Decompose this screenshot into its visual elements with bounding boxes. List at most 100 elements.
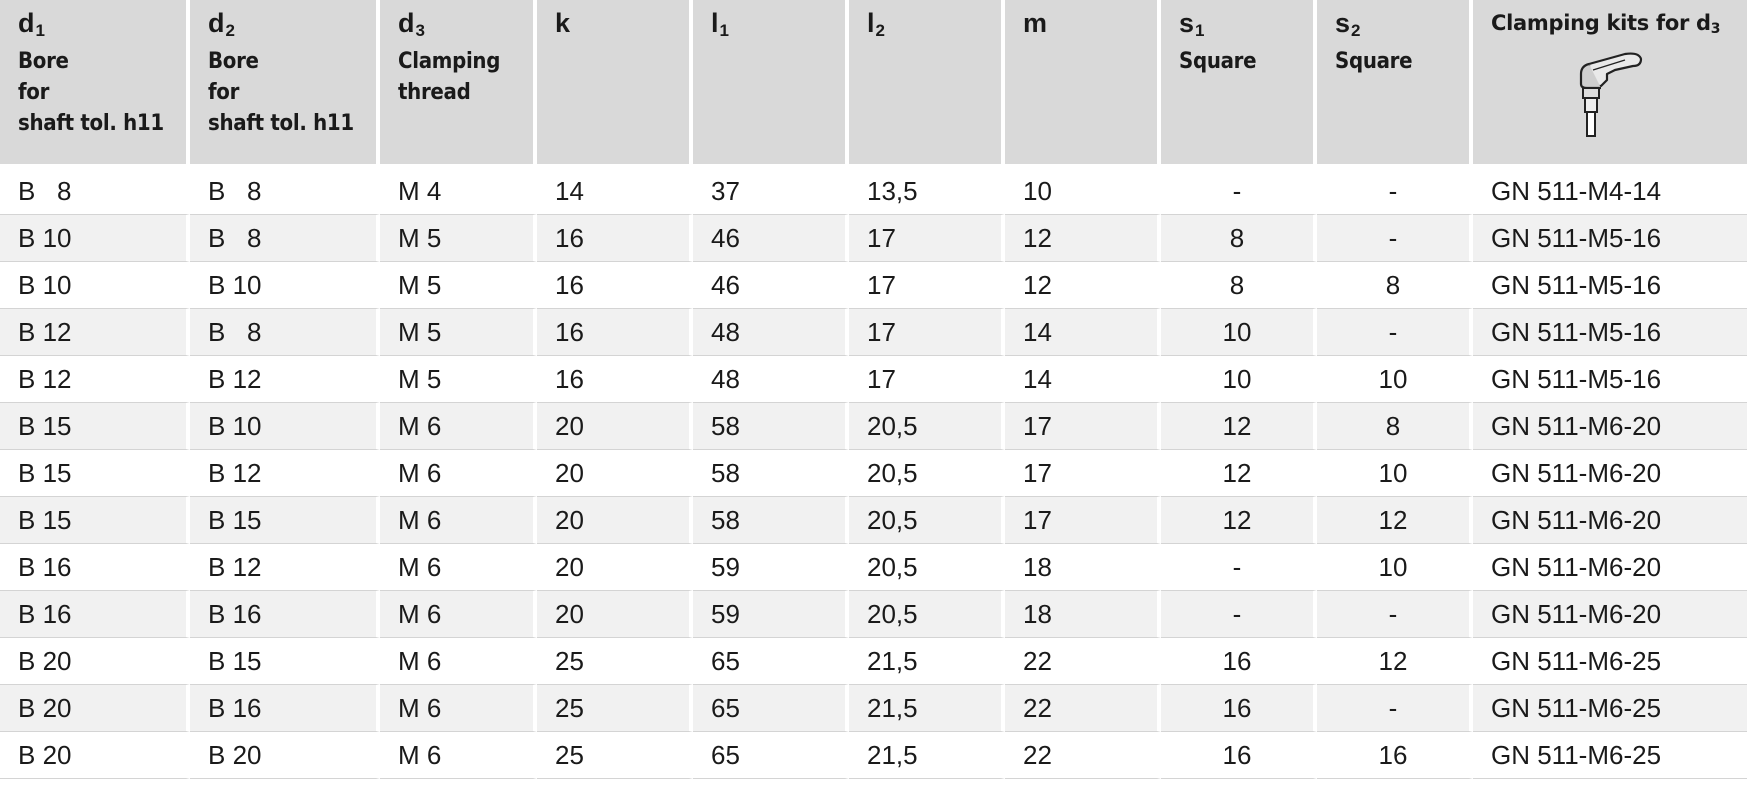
cell-k: 25 — [537, 732, 693, 779]
cell-d2: B 16 — [190, 591, 380, 638]
cell-l2: 17 — [849, 215, 1005, 262]
cell-d1: B 8 — [0, 168, 190, 215]
cell-d3: M 6 — [380, 544, 537, 591]
cell-s1: 8 — [1161, 262, 1317, 309]
header-l1: l1 — [693, 0, 849, 168]
table-row: B 16 B 12 M 6 20 59 20,5 18-10 GN 511-M6-20 — [0, 544, 1747, 591]
cell-s2: 10 — [1317, 450, 1473, 497]
header-l2: l2 — [849, 0, 1005, 168]
cell-d2: B 10 — [190, 262, 380, 309]
header-s1-desc: Square — [1179, 49, 1257, 74]
cell-d3: M 6 — [380, 497, 537, 544]
cell-l2: 21,5 — [849, 638, 1005, 685]
cell-d1: B 16 — [0, 591, 190, 638]
header-d1: d1 Bore for shaft tol. h11 — [0, 0, 190, 168]
cell-l2: 20,5 — [849, 403, 1005, 450]
table-row: B 20 B 20 M 6 25 65 21,5 22 16 16 GN 511-M6-25 — [0, 732, 1747, 779]
cell-d3: M 6 — [380, 685, 537, 732]
header-d3: d3 Clamping thread — [380, 0, 537, 168]
cell-s1: 16 — [1161, 638, 1317, 685]
cell-s1: 8 — [1161, 215, 1317, 262]
dimension-table: d1 Bore for shaft tol. h11 d2 Bore for s… — [0, 0, 1747, 779]
cell-d2: B 12 — [190, 544, 380, 591]
cell-s1: 12 — [1161, 403, 1317, 450]
cell-m: 17 — [1005, 497, 1161, 544]
header-d2: d2 Bore for shaft tol. h11 — [190, 0, 380, 168]
cell-l1: 48 — [693, 356, 849, 403]
cell-k: 20 — [537, 497, 693, 544]
cell-clamping-kit: GN 511-M5-16 — [1473, 356, 1747, 403]
cell-s1: 12 — [1161, 497, 1317, 544]
cell-d2: B 8 — [190, 215, 380, 262]
cell-s2: 10 — [1317, 544, 1473, 591]
cell-l1: 58 — [693, 403, 849, 450]
cell-s2: 12 — [1317, 497, 1473, 544]
cell-d1: B 20 — [0, 685, 190, 732]
header-d3-desc: Clamping thread — [398, 49, 501, 105]
cell-s1: 16 — [1161, 685, 1317, 732]
table-row: B 20 B 15 M 6 25 65 21,5 22 16 12 GN 511-M6-25 — [0, 638, 1747, 685]
cell-k: 20 — [537, 450, 693, 497]
cell-k: 20 — [537, 544, 693, 591]
cell-d3: M 6 — [380, 732, 537, 779]
cell-s1: 10 — [1161, 309, 1317, 356]
cell-d2: B 8 — [190, 168, 380, 215]
cell-d3: M 6 — [380, 450, 537, 497]
cell-d1: B 12 — [0, 309, 190, 356]
cell-s2: 8 — [1317, 403, 1473, 450]
cell-l2: 21,5 — [849, 685, 1005, 732]
header-s2-desc: Square — [1335, 49, 1413, 74]
cell-m: 17 — [1005, 450, 1161, 497]
cell-clamping-kit: GN 511-M6-25 — [1473, 732, 1747, 779]
cell-s1: - — [1161, 591, 1317, 638]
cell-m: 14 — [1005, 309, 1161, 356]
cell-clamping-kit: GN 511-M6-20 — [1473, 591, 1747, 638]
clamping-lever-icon — [1579, 52, 1643, 137]
cell-s2: - — [1317, 215, 1473, 262]
cell-d1: B 16 — [0, 544, 190, 591]
header-row: d1 Bore for shaft tol. h11 d2 Bore for s… — [0, 0, 1747, 168]
cell-l2: 13,5 — [849, 168, 1005, 215]
cell-clamping-kit: GN 511-M5-16 — [1473, 215, 1747, 262]
cell-k: 25 — [537, 638, 693, 685]
clamping-kits-title: Clamping kits for d3 — [1491, 11, 1721, 37]
cell-d2: B 8 — [190, 309, 380, 356]
table-row: B 16 B 16 M 6 20 59 20,5 18- - GN 511-M6-20 — [0, 591, 1747, 638]
table-row: B 12 B 8M 5 16 48 17 14 10- GN 511-M5-16 — [0, 309, 1747, 356]
cell-d2: B 10 — [190, 403, 380, 450]
cell-l2: 20,5 — [849, 450, 1005, 497]
cell-l2: 17 — [849, 309, 1005, 356]
cell-l1: 59 — [693, 591, 849, 638]
cell-m: 18 — [1005, 544, 1161, 591]
cell-m: 18 — [1005, 591, 1161, 638]
cell-s1: 10 — [1161, 356, 1317, 403]
header-m: m — [1005, 0, 1161, 168]
cell-s2: - — [1317, 591, 1473, 638]
cell-m: 17 — [1005, 403, 1161, 450]
cell-m: 22 — [1005, 732, 1161, 779]
cell-clamping-kit: GN 511-M5-16 — [1473, 309, 1747, 356]
cell-k: 25 — [537, 685, 693, 732]
cell-d3: M 5 — [380, 356, 537, 403]
cell-d3: M 5 — [380, 309, 537, 356]
cell-l2: 20,5 — [849, 591, 1005, 638]
cell-d1: B 12 — [0, 356, 190, 403]
cell-l1: 46 — [693, 262, 849, 309]
cell-m: 22 — [1005, 685, 1161, 732]
cell-m: 22 — [1005, 638, 1161, 685]
cell-k: 16 — [537, 356, 693, 403]
cell-l1: 37 — [693, 168, 849, 215]
cell-s2: - — [1317, 685, 1473, 732]
cell-d1: B 10 — [0, 215, 190, 262]
cell-d2: B 15 — [190, 497, 380, 544]
cell-d2: B 12 — [190, 450, 380, 497]
cell-l1: 58 — [693, 497, 849, 544]
cell-d3: M 4 — [380, 168, 537, 215]
cell-d2: B 12 — [190, 356, 380, 403]
cell-s2: 10 — [1317, 356, 1473, 403]
cell-clamping-kit: GN 511-M6-25 — [1473, 638, 1747, 685]
cell-d3: M 5 — [380, 215, 537, 262]
cell-l1: 59 — [693, 544, 849, 591]
cell-k: 20 — [537, 403, 693, 450]
cell-k: 16 — [537, 215, 693, 262]
